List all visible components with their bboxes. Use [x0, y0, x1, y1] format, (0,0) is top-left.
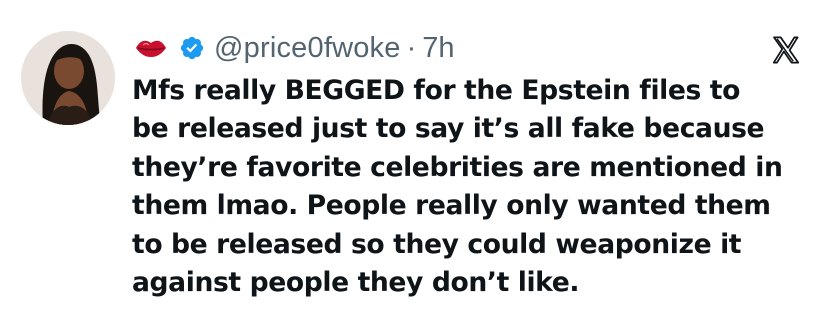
separator-dot: ·: [406, 31, 417, 64]
avatar-image: [21, 31, 115, 125]
tweet-card[interactable]: @price0fwoke · 7h Mfs really BEGGED for …: [0, 0, 828, 324]
tweet-text-line: to be released so they could weaponize i…: [132, 228, 742, 260]
verified-badge-icon: [179, 35, 205, 61]
tweet-text-line: they’re favorite celebrities are mention…: [132, 151, 783, 183]
tweet-text-line: against people they don’t like.: [132, 267, 580, 299]
author-handle[interactable]: @price0fwoke: [214, 32, 401, 65]
tweet-header: @price0fwoke · 7h: [134, 28, 455, 68]
avatar[interactable]: [21, 31, 115, 125]
tweet-text: Mfs really BEGGED for the Epstein files …: [132, 72, 822, 302]
tweet-text-line: Mfs really BEGGED for the Epstein files …: [132, 75, 740, 106]
kiss-mark-lips-icon: [134, 37, 168, 59]
tweet-text-line: be released just to say it’s all fake be…: [132, 113, 765, 145]
x-logo-icon[interactable]: [769, 34, 803, 66]
tweet-timestamp[interactable]: 7h: [422, 32, 454, 65]
tweet-text-line: them lmao. People really only wanted the…: [132, 190, 771, 222]
